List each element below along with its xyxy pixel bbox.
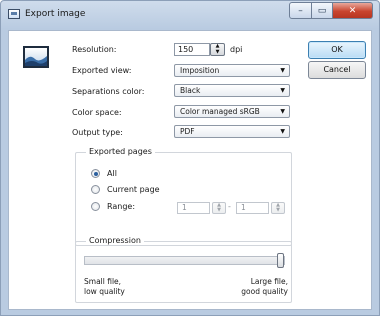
chevron-down-icon: ▼ (280, 67, 285, 74)
slider-handle[interactable] (277, 253, 284, 268)
color-space-select[interactable]: Color managed sRGB ▼ (174, 105, 290, 118)
resolution-spinner[interactable]: ▲ ▼ (210, 43, 225, 56)
small-file-line2: low quality (84, 287, 125, 296)
color-space-value: Color managed sRGB (180, 107, 260, 116)
resolution-input[interactable]: 150 (174, 43, 210, 56)
caption-buttons: – ▭ ✕ (289, 2, 373, 19)
radio-current-page-label[interactable]: Current page (107, 185, 160, 194)
range-to-input[interactable]: 1 (236, 202, 269, 214)
resolution-label: Resolution: (72, 45, 117, 54)
large-file-line2: good quality (241, 287, 288, 296)
output-type-select[interactable]: PDF ▼ (174, 125, 290, 138)
cancel-button[interactable]: Cancel (308, 61, 366, 79)
chevron-down-icon: ▼ (280, 128, 285, 135)
maximize-button[interactable]: ▭ (312, 2, 333, 19)
spin-down-icon: ▼ (276, 207, 280, 213)
close-button[interactable]: ✕ (333, 2, 373, 19)
radio-all[interactable] (91, 169, 100, 178)
range-separator: - (228, 202, 231, 211)
radio-range-label[interactable]: Range: (107, 202, 135, 211)
compression-slider[interactable] (84, 253, 285, 268)
separations-color-value: Black (180, 86, 201, 95)
small-file-note: Small file, low quality (84, 277, 125, 297)
title-bar[interactable]: Export image – ▭ ✕ (1, 1, 379, 29)
radio-all-label[interactable]: All (107, 169, 117, 178)
exported-view-value: Imposition (180, 66, 220, 75)
radio-current-page[interactable] (91, 185, 100, 194)
exported-view-label: Exported view: (72, 66, 132, 75)
exported-view-select[interactable]: Imposition ▼ (174, 64, 290, 77)
output-type-label: Output type: (72, 128, 123, 137)
output-type-value: PDF (180, 127, 195, 136)
resolution-unit: dpi (230, 45, 243, 54)
close-icon: ✕ (348, 5, 357, 16)
spin-down-icon: ▼ (217, 207, 221, 213)
export-window-icon (8, 9, 20, 19)
spin-down-icon: ▼ (215, 48, 220, 55)
range-to-spinner[interactable]: ▲ ▼ (271, 202, 285, 214)
minimize-icon: – (298, 5, 303, 16)
minimize-button[interactable]: – (289, 2, 312, 19)
compression-group: Compression Small file, low quality Larg… (75, 236, 292, 303)
chevron-down-icon: ▼ (280, 108, 285, 115)
separations-color-select[interactable]: Black ▼ (174, 84, 290, 97)
range-from-spinner[interactable]: ▲ ▼ (212, 202, 226, 214)
ok-button[interactable]: OK (308, 41, 366, 59)
range-fields: 1 ▲ ▼ - 1 ▲ ▼ (177, 202, 297, 214)
exported-pages-group: Exported pages All Current page Range: 1… (75, 147, 292, 246)
dialog-content: Resolution: 150 ▲ ▼ dpi Exported view: Im… (8, 30, 372, 310)
separations-color-label: Separations color: (72, 87, 145, 96)
window-title: Export image (25, 9, 86, 19)
compression-title: Compression (86, 236, 144, 245)
color-space-label: Color space: (72, 108, 122, 117)
radio-range[interactable] (91, 202, 100, 211)
small-file-line1: Small file, (84, 277, 122, 286)
export-image-icon (23, 46, 49, 68)
exported-pages-title: Exported pages (86, 147, 155, 156)
export-image-window: Export image – ▭ ✕ Resolution: 150 ▲ ▼ dp… (0, 0, 380, 316)
range-from-input[interactable]: 1 (177, 202, 210, 214)
large-file-line1: Large file, (250, 277, 288, 286)
maximize-icon: ▭ (317, 5, 327, 16)
chevron-down-icon: ▼ (280, 87, 285, 94)
large-file-note: Large file, good quality (241, 277, 288, 297)
